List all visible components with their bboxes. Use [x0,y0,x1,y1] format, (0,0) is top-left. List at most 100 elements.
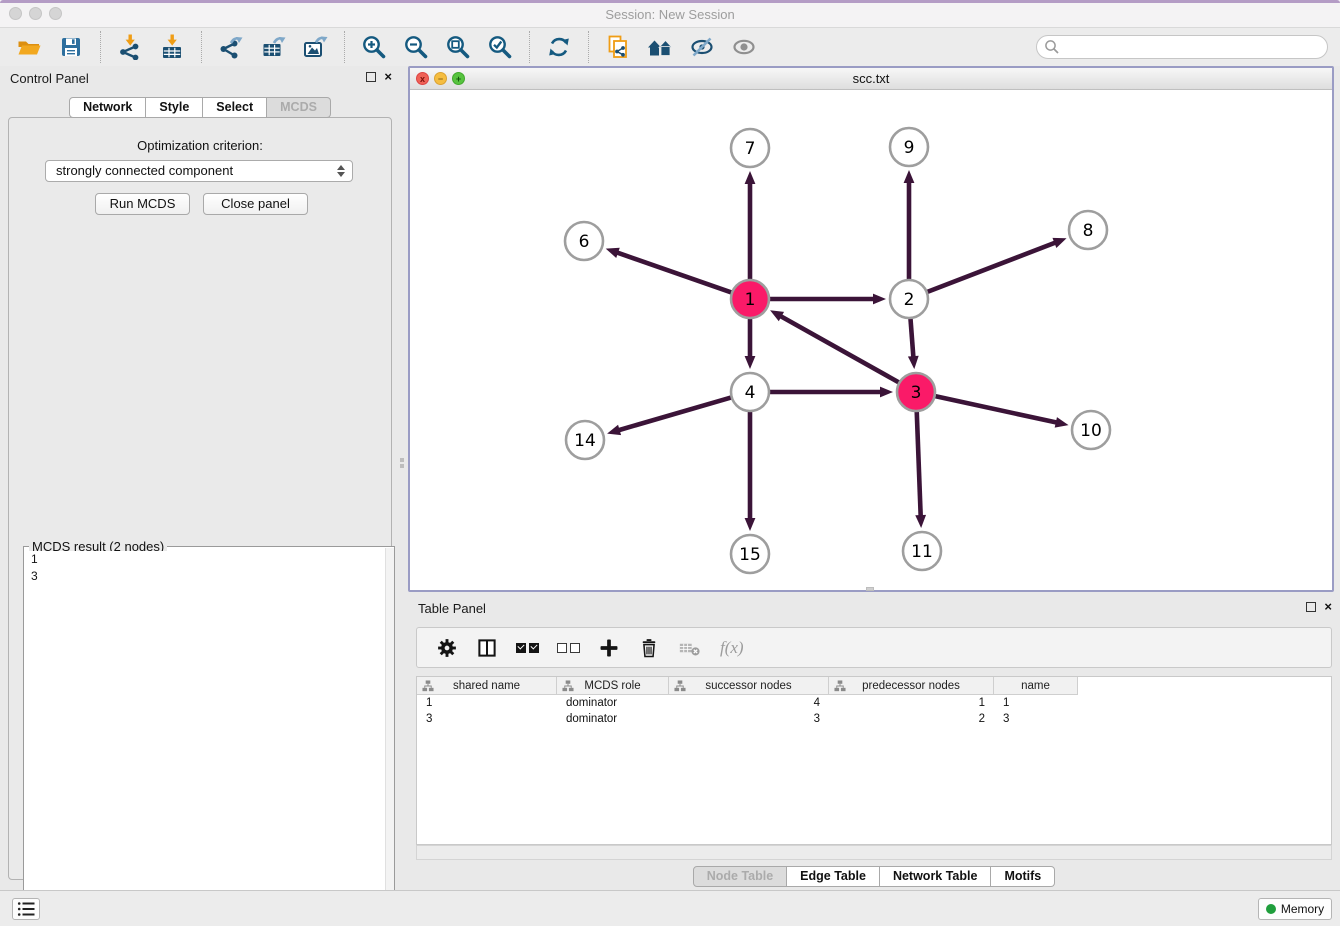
table-cell[interactable]: 1 [417,695,557,711]
graph-edge-arrowhead [607,425,621,435]
close-table-panel-icon[interactable]: × [1324,601,1332,613]
table-panel: Table Panel × f(x) [408,596,1340,888]
table-cell[interactable]: 4 [669,695,829,711]
network-window-titlebar[interactable]: x − + scc.txt [410,68,1332,90]
graph-edge-3-10[interactable] [935,396,1058,423]
float-table-panel-icon[interactable] [1306,602,1316,612]
tab-network[interactable]: Network [69,97,146,118]
import-network-icon[interactable] [116,33,144,61]
tab-style[interactable]: Style [146,97,203,118]
table-row[interactable]: 1dominator411 [417,695,1331,711]
refresh-icon[interactable] [545,33,573,61]
memory-button[interactable]: Memory [1258,898,1332,920]
search-input[interactable] [1036,35,1328,59]
table-cell[interactable]: 1 [829,695,994,711]
optimization-criterion-label: Optimization criterion: [9,138,391,153]
clone-network-icon[interactable] [604,33,632,61]
delete-table-icon [678,637,702,659]
select-all-icon[interactable] [516,643,539,653]
graph-node-label-7: 7 [745,139,756,159]
graph-edge-3-1[interactable] [780,316,900,383]
deselect-all-icon[interactable] [557,643,580,653]
table-cell[interactable]: 3 [417,711,557,727]
table-row[interactable]: 3dominator323 [417,711,1331,727]
close-panel-icon[interactable]: × [384,71,392,83]
graph-edge-arrowhead [745,518,756,531]
close-panel-button[interactable]: Close panel [203,193,308,215]
table-cell[interactable]: 3 [669,711,829,727]
network-canvas[interactable]: 1234678910111415 [410,90,1332,590]
delete-column-trash-icon[interactable] [638,637,660,659]
mac-titlebar: Session: New Session [0,0,1340,28]
window-accent-strip [0,0,1340,3]
column-header-shared-name[interactable]: shared name [417,677,557,695]
toolbar-separator [344,31,345,63]
home-view-icon[interactable] [646,33,674,61]
table-cell[interactable]: 3 [994,711,1078,727]
graph-edge-arrowhead [915,515,926,528]
column-header-predecessor-nodes[interactable]: predecessor nodes [829,677,994,695]
panel-splitter[interactable] [400,456,406,472]
table-panel-tabs: Node TableEdge TableNetwork TableMotifs [408,866,1340,887]
hide-details-icon[interactable] [688,33,716,61]
mcds-result-box: MCDS result (2 nodes) 13 [23,546,395,924]
table-cell[interactable]: dominator [557,695,669,711]
graph-edge-arrowhead [606,248,620,258]
zoom-in-icon[interactable] [360,33,388,61]
function-builder-icon: f(x) [720,638,744,658]
graph-edge-arrowhead [908,356,919,369]
zoom-selected-icon[interactable] [486,33,514,61]
export-image-icon[interactable] [301,33,329,61]
network-resize-handle[interactable] [866,587,874,591]
result-scrollbar[interactable] [385,548,394,923]
network-view-window: x − + scc.txt 1234678910111415 [408,66,1334,592]
table-cell[interactable]: 2 [829,711,994,727]
save-session-icon[interactable] [57,33,85,61]
table-cell[interactable]: 1 [994,695,1078,711]
zoom-fit-icon[interactable] [444,33,472,61]
show-details-eye-icon[interactable] [730,33,758,61]
table-tab-network-table[interactable]: Network Table [880,866,992,887]
graph-edge-1-6[interactable] [616,252,732,293]
table-tab-motifs[interactable]: Motifs [991,866,1055,887]
column-header-MCDS-role[interactable]: MCDS role [557,677,669,695]
session-title: Session: New Session [0,7,1340,22]
toolbar-separator [529,31,530,63]
node-table: shared nameMCDS rolesuccessor nodesprede… [416,676,1332,845]
graph-node-label-14: 14 [574,431,596,451]
dropdown-stepper-icon [337,165,345,177]
float-panel-icon[interactable] [366,72,376,82]
table-tab-edge-table[interactable]: Edge Table [787,866,880,887]
criterion-dropdown[interactable]: strongly connected component [45,160,353,182]
graph-edge-3-11[interactable] [917,411,921,517]
mcds-result-list[interactable]: 13 [24,551,379,919]
import-table-icon[interactable] [158,33,186,61]
control-panel-header: Control Panel × [0,66,400,92]
tab-select[interactable]: Select [203,97,267,118]
table-tab-node-table[interactable]: Node Table [693,866,787,887]
export-network-icon[interactable] [217,33,245,61]
application-window: Session: New Session [0,0,1340,926]
graph-edge-arrowhead [880,387,893,398]
tab-mcds[interactable]: MCDS [267,97,331,118]
toolbar-separator [201,31,202,63]
column-header-successor-nodes[interactable]: successor nodes [669,677,829,695]
column-header-name[interactable]: name [994,677,1078,695]
graph-edge-arrowhead [904,170,915,183]
graph-edge-4-14[interactable] [618,397,732,430]
zoom-out-icon[interactable] [402,33,430,61]
table-scrollbar-track[interactable] [416,845,1332,860]
graph-edge-2-3[interactable] [910,318,913,358]
export-table-icon[interactable] [259,33,287,61]
task-history-button[interactable] [12,898,40,920]
graph-node-label-4: 4 [745,383,756,403]
graph-edge-arrowhead [745,356,756,369]
columns-icon[interactable] [476,637,498,659]
open-file-icon[interactable] [15,33,43,61]
run-mcds-button[interactable]: Run MCDS [95,193,190,215]
gear-icon[interactable] [436,637,458,659]
add-column-icon[interactable] [598,637,620,659]
table-cell[interactable]: dominator [557,711,669,727]
graph-edge-arrowhead [873,294,886,305]
graph-edge-2-8[interactable] [927,242,1057,292]
